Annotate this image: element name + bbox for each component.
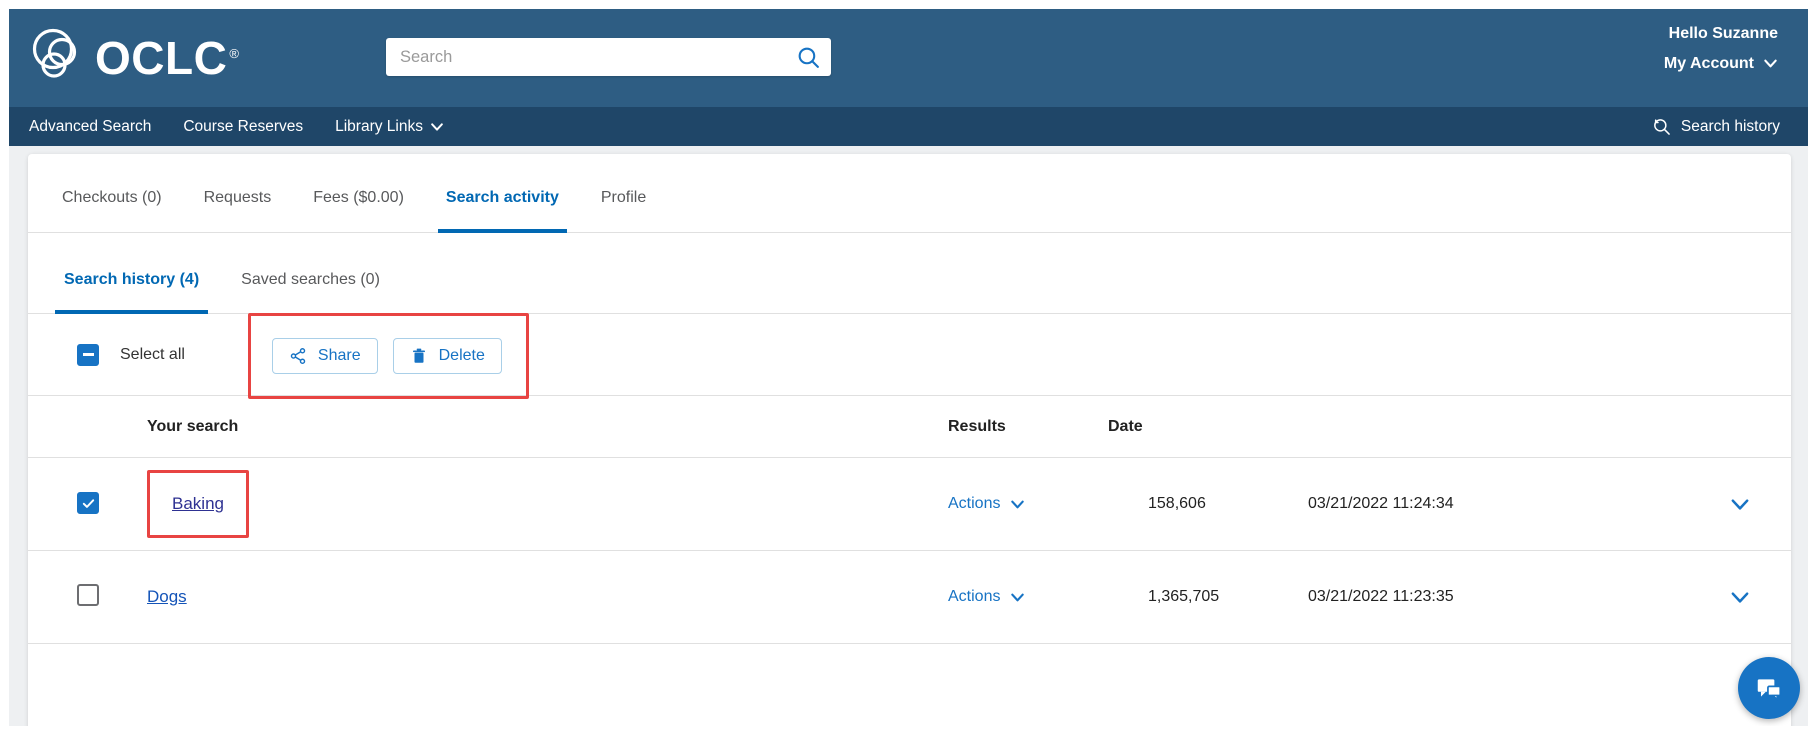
account-panel: Checkouts (0) Requests Fees ($0.00) Sear… xyxy=(28,154,1791,726)
row-actions-menu[interactable]: Actions xyxy=(948,588,1025,606)
site-header: OCLC® Hello Suzanne My Account xyxy=(9,9,1808,107)
primary-nav: Advanced Search Course Reserves Library … xyxy=(9,107,1808,146)
search-history-table-header: Your search Results Date xyxy=(28,396,1791,458)
tab-search-activity[interactable]: Search activity xyxy=(437,189,567,233)
column-header-date: Date xyxy=(1108,417,1143,435)
row-date: 03/21/2022 11:24:34 xyxy=(1308,495,1454,512)
table-row: Baking Actions 158,606 03/21/2022 11:24:… xyxy=(28,458,1791,551)
tab-requests[interactable]: Requests xyxy=(204,189,272,232)
bulk-actions-highlight: Share Delete xyxy=(247,312,529,399)
tab-profile[interactable]: Profile xyxy=(601,189,646,232)
share-button[interactable]: Share xyxy=(271,337,378,374)
nav-item-course-reserves[interactable]: Course Reserves xyxy=(183,118,303,136)
row-actions-label: Actions xyxy=(948,495,1001,512)
check-icon xyxy=(82,499,94,508)
oclc-logo[interactable]: OCLC ® xyxy=(27,23,239,93)
subtab-search-history[interactable]: Search history (4) xyxy=(54,271,209,314)
column-header-results: Results xyxy=(948,417,1006,435)
nav-search-history-label: Search history xyxy=(1680,117,1780,135)
tab-fees[interactable]: Fees ($0.00) xyxy=(313,189,404,232)
search-input[interactable] xyxy=(386,38,785,76)
account-tabs: Checkouts (0) Requests Fees ($0.00) Sear… xyxy=(28,154,1791,233)
row-actions-cell: Actions xyxy=(948,495,1148,513)
indeterminate-dash-icon xyxy=(82,353,94,356)
search-query-link[interactable]: Dogs xyxy=(147,587,187,607)
table-row: Dogs Actions 1,365,705 03/21/2022 11:23:… xyxy=(28,551,1791,644)
account-area: Hello Suzanne My Account xyxy=(1664,25,1778,73)
row-date: 03/21/2022 11:23:35 xyxy=(1308,588,1454,605)
row-select-cell xyxy=(77,583,147,611)
nav-item-advanced-search[interactable]: Advanced Search xyxy=(29,118,151,136)
chevron-down-icon xyxy=(430,120,444,134)
global-search xyxy=(386,38,831,76)
chat-bubble-icon xyxy=(1754,673,1784,703)
row-results-count: 158,606 xyxy=(1148,495,1206,512)
nav-item-library-links[interactable]: Library Links xyxy=(335,118,444,136)
search-history-icon xyxy=(1652,117,1672,137)
trash-icon xyxy=(410,347,428,365)
row-checkbox[interactable] xyxy=(77,492,99,515)
chevron-down-icon xyxy=(1729,586,1751,608)
search-activity-subtabs: Search history (4) Saved searches (0) xyxy=(28,233,1791,314)
search-icon xyxy=(796,45,821,70)
oclc-logo-icon xyxy=(27,27,89,89)
search-query-link[interactable]: Baking xyxy=(172,494,224,513)
share-button-label: Share xyxy=(317,346,361,364)
tab-checkouts[interactable]: Checkouts (0) xyxy=(62,189,162,232)
row-expand-toggle[interactable] xyxy=(1729,493,1751,515)
chevron-down-icon xyxy=(1763,56,1778,71)
row-checkbox[interactable] xyxy=(77,583,99,606)
row-select-cell xyxy=(77,492,147,516)
trademark-symbol: ® xyxy=(229,45,240,61)
greeting-text: Hello Suzanne xyxy=(1668,25,1778,42)
chat-widget-button[interactable] xyxy=(1738,657,1800,719)
selection-toolbar: Select all Share Delete xyxy=(28,312,1791,399)
delete-button-label: Delete xyxy=(438,346,485,364)
browser-viewport: OCLC® Hello Suzanne My Account xyxy=(0,0,1819,735)
oclc-logo-text: OCLC ® xyxy=(95,32,240,84)
subtab-saved-searches[interactable]: Saved searches (0) xyxy=(241,271,380,313)
row-actions-menu[interactable]: Actions xyxy=(948,495,1025,513)
delete-button[interactable]: Delete xyxy=(392,337,502,374)
my-account-menu[interactable]: My Account xyxy=(1664,55,1778,73)
nav-item-label: Library Links xyxy=(335,117,423,135)
row-query-cell: Baking xyxy=(147,470,948,538)
row-results-count: 1,365,705 xyxy=(1148,588,1220,605)
nav-search-history[interactable]: Search history xyxy=(1652,117,1780,137)
row-expand-toggle[interactable] xyxy=(1729,586,1751,608)
chevron-down-icon xyxy=(1729,493,1751,515)
column-header-your-search: Your search xyxy=(147,417,239,435)
row-query-cell: Dogs xyxy=(147,587,948,607)
share-icon xyxy=(289,347,307,365)
my-account-label: My Account xyxy=(1663,54,1754,72)
chevron-down-icon xyxy=(1010,590,1025,605)
search-submit-button[interactable] xyxy=(785,38,831,76)
nav-item-label: Course Reserves xyxy=(183,117,304,135)
nav-item-label: Advanced Search xyxy=(29,117,152,135)
select-all-label: Select all xyxy=(120,345,185,363)
row-actions-cell: Actions xyxy=(948,588,1148,606)
query-link-highlight: Baking xyxy=(147,470,249,538)
row-actions-label: Actions xyxy=(948,588,1001,605)
select-all-checkbox[interactable] xyxy=(77,343,99,366)
chevron-down-icon xyxy=(1010,497,1025,512)
